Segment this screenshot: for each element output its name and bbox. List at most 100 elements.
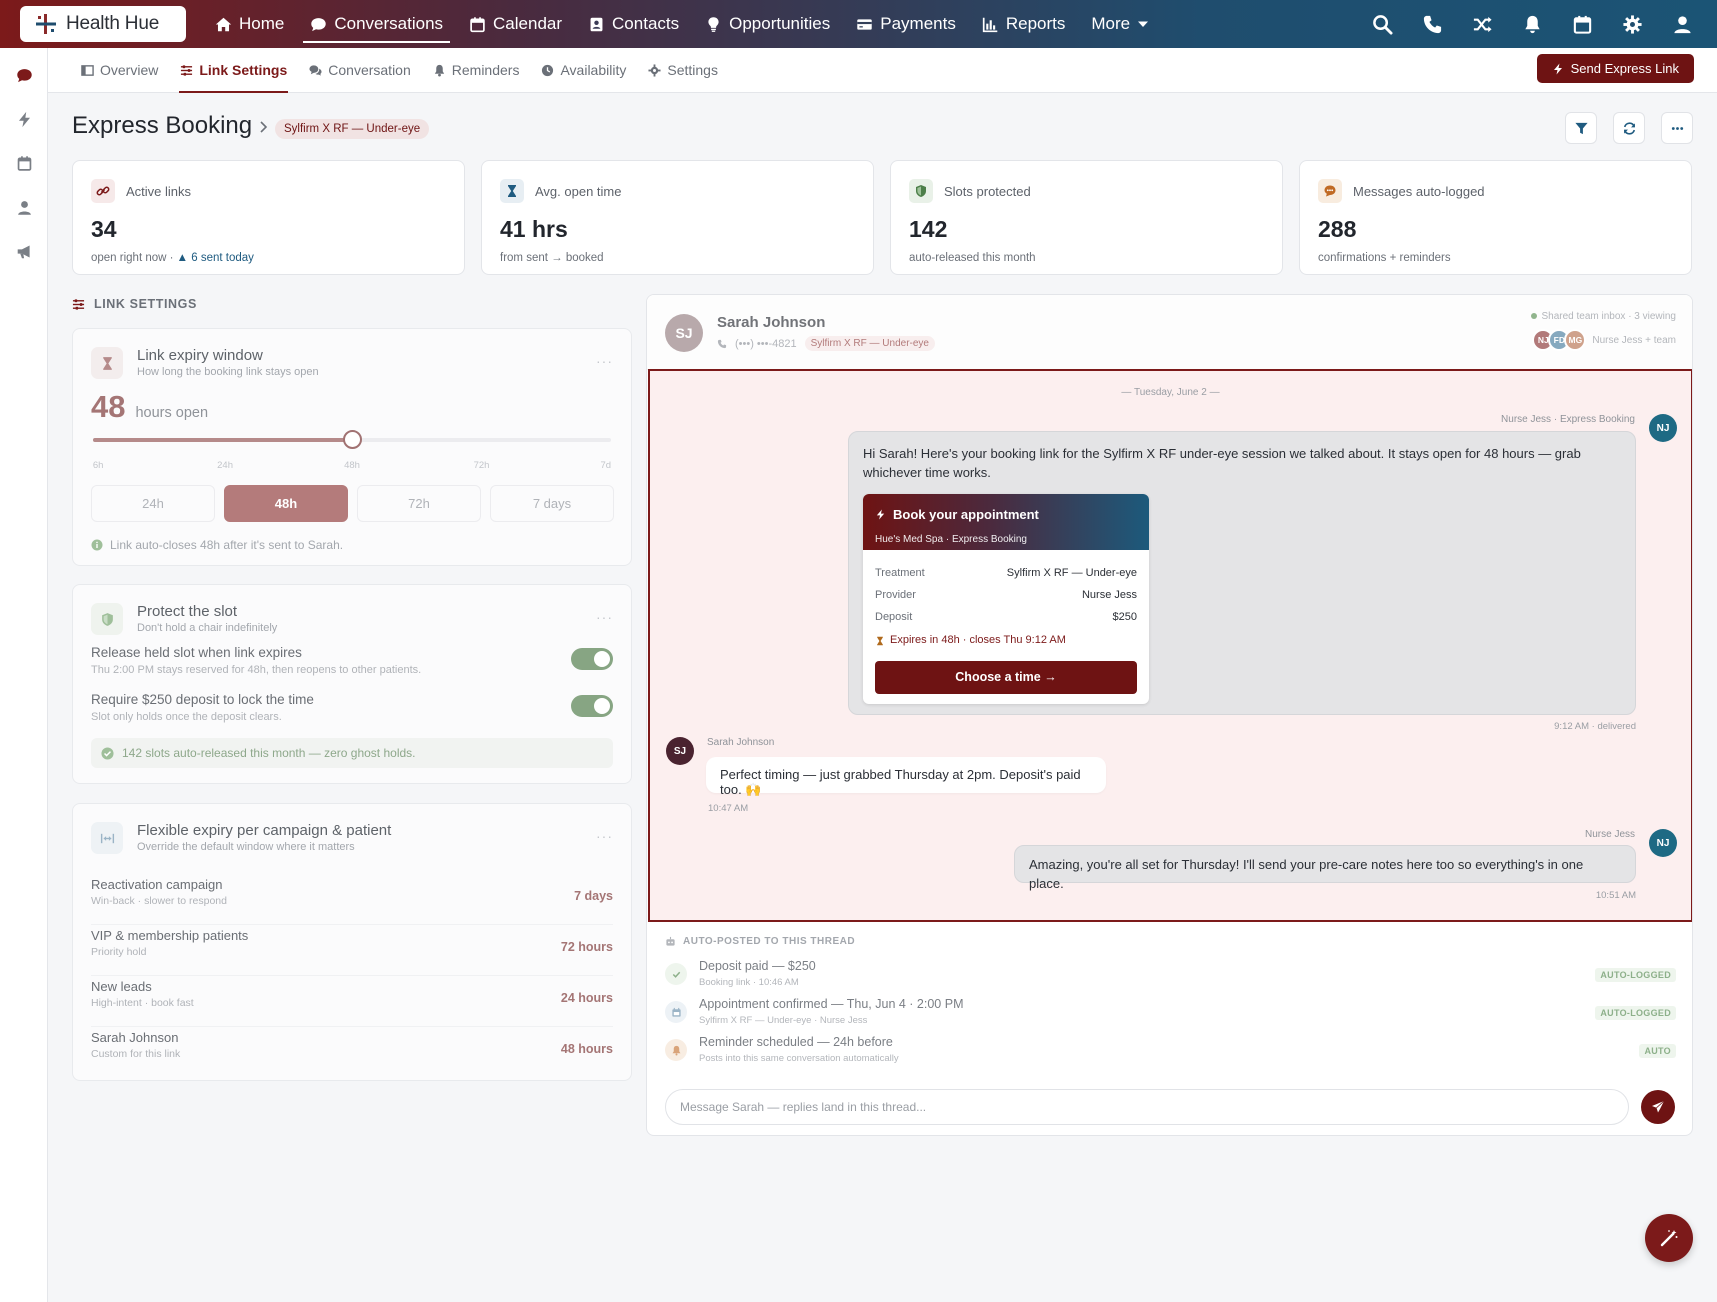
rail-express[interactable]: [0, 97, 48, 141]
card-more-icon[interactable]: ···: [596, 609, 613, 625]
link-icon: [91, 179, 115, 203]
conversation-header: SJ Sarah Johnson (•••) •••-4821 Sylfirm …: [647, 295, 1692, 370]
rule-subtitle: Priority hold: [91, 946, 147, 958]
page-title: Express Booking: [72, 112, 253, 139]
nav-home[interactable]: Home: [202, 0, 297, 48]
message-timestamp: 9:12 AM · delivered: [1554, 721, 1636, 732]
rule-row[interactable]: New leads High-intent · book fast 24 hou…: [91, 979, 613, 1027]
option-24h[interactable]: 24h: [91, 485, 215, 522]
tab-settings[interactable]: Settings: [637, 48, 729, 93]
logo[interactable]: Health Hue: [20, 6, 186, 42]
rule-row[interactable]: Reactivation campaign Win-back · slower …: [91, 877, 613, 925]
expiry-number: 48: [91, 389, 126, 424]
send-message-button[interactable]: [1641, 1090, 1675, 1124]
tab-reminders[interactable]: Reminders: [422, 48, 531, 93]
tab-availability[interactable]: Availability: [530, 48, 637, 93]
tab-availability-label: Availability: [560, 62, 627, 78]
calendar-button[interactable]: [1557, 0, 1607, 48]
settings-button[interactable]: [1607, 0, 1657, 48]
card-subtitle: How long the booking link stays open: [137, 366, 319, 378]
team-avatar[interactable]: MG: [1564, 329, 1587, 351]
option-72h[interactable]: 72h: [357, 485, 481, 522]
nav-payments[interactable]: Payments: [843, 0, 969, 48]
rail-campaigns[interactable]: [0, 229, 48, 273]
card-more-icon[interactable]: ···: [596, 828, 613, 844]
message-composer[interactable]: Message Sarah — replies land in this thr…: [665, 1089, 1629, 1125]
booking-expiry: Expires in 48h · closes Thu 9:12 AM: [875, 631, 1137, 650]
stat-label: Messages auto-logged: [1353, 183, 1485, 199]
message-sender: Nurse Jess · Express Booking: [1501, 414, 1635, 425]
rail-conversations[interactable]: [0, 53, 48, 97]
card-title: Flexible expiry per campaign & patient: [137, 822, 392, 839]
top-nav: Health Hue Home Conversations Calendar C…: [0, 0, 1717, 48]
release-slot-toggle[interactable]: [571, 648, 613, 670]
choose-time-button[interactable]: Choose a time →: [875, 661, 1137, 694]
expiry-slider[interactable]: [93, 430, 611, 449]
rail-calendar[interactable]: [0, 141, 48, 185]
caret-down-icon: [1138, 21, 1149, 27]
rule-row[interactable]: VIP & membership patients Priority hold …: [91, 928, 613, 976]
option-48h[interactable]: 48h: [224, 485, 348, 522]
booking-expiry-text: Expires in 48h · closes Thu 9:12 AM: [890, 634, 1066, 646]
message-timestamp: 10:51 AM: [1595, 890, 1636, 901]
nav-more[interactable]: More: [1078, 0, 1162, 48]
chat-icon: [311, 17, 327, 31]
shuffle-button[interactable]: [1457, 0, 1507, 48]
chat-icon: [309, 64, 322, 76]
require-deposit-toggle[interactable]: [571, 695, 613, 717]
bolt-icon: [1553, 63, 1562, 74]
more-actions-button[interactable]: [1661, 112, 1693, 144]
card-more-icon[interactable]: ···: [596, 353, 613, 369]
phone-button[interactable]: [1407, 0, 1457, 48]
section-label-text: LINK SETTINGS: [94, 297, 197, 311]
presence-text: Shared team inbox · 3 viewing: [1541, 311, 1676, 322]
calendar-icon: [470, 16, 485, 32]
slots-released-banner: 142 slots auto-released this month — zer…: [91, 738, 613, 768]
profile-button[interactable]: [1657, 0, 1707, 48]
home-icon: [215, 17, 232, 31]
tab-link-settings[interactable]: Link Settings: [169, 48, 298, 93]
team-avatars: NJ FD MG Nurse Jess + team: [1532, 329, 1676, 351]
magic-wand-icon: [1660, 1230, 1678, 1247]
toggle-subtitle: Thu 2:00 PM stays reserved for 48h, then…: [91, 664, 422, 676]
tab-conversation[interactable]: Conversation: [298, 48, 422, 93]
nav-calendar[interactable]: Calendar: [456, 0, 575, 48]
option-7-days[interactable]: 7 days: [490, 485, 614, 522]
outgoing-message: Amazing, you're all set for Thursday! I'…: [1014, 845, 1636, 891]
contact-avatar[interactable]: SJ: [665, 314, 703, 352]
booking-card-title: Book your appointment: [893, 507, 1039, 522]
contact-phone: (•••) •••-4821: [735, 337, 797, 350]
notifications-button[interactable]: [1507, 0, 1557, 48]
nav-contacts[interactable]: Contacts: [575, 0, 692, 48]
magic-wand-button[interactable]: [1645, 1214, 1693, 1262]
tab-conversation-label: Conversation: [328, 62, 411, 78]
hourglass-icon: [91, 347, 123, 379]
contact-name[interactable]: Sarah Johnson: [717, 314, 825, 331]
stat-active-links: Active links 34 open right now · ▲ 6 sen…: [72, 160, 465, 275]
search-button[interactable]: [1357, 0, 1407, 48]
tab-overview[interactable]: Overview: [70, 48, 169, 93]
credit-card-icon: [857, 18, 872, 30]
treatment-chip[interactable]: Sylfirm X RF — Under-eye: [275, 119, 430, 139]
calendar-icon: [1573, 15, 1591, 34]
sender-avatar: NJ: [1649, 414, 1677, 442]
nav-opportunities[interactable]: Opportunities: [692, 0, 843, 48]
slider-thumb[interactable]: [343, 430, 362, 449]
send-express-link-button[interactable]: Send Express Link: [1536, 54, 1694, 83]
nav-more-label: More: [1091, 14, 1131, 33]
rule-subtitle: High-intent · book fast: [91, 997, 194, 1009]
rail-contacts[interactable]: [0, 185, 48, 229]
nav-conversations[interactable]: Conversations: [297, 0, 456, 48]
refresh-button[interactable]: [1613, 112, 1645, 144]
hourglass-icon: [500, 179, 524, 203]
shield-icon: [91, 603, 123, 635]
expiry-value: 48 hours open: [91, 389, 208, 425]
filter-button[interactable]: [1565, 112, 1597, 144]
shuffle-icon: [1473, 16, 1492, 32]
rule-row[interactable]: Sarah Johnson Custom for this link 48 ho…: [91, 1030, 613, 1078]
shield-icon: [909, 179, 933, 203]
paper-plane-icon: [1652, 1100, 1665, 1113]
stat-messages-logged: Messages auto-logged 288 confirmations +…: [1299, 160, 1692, 275]
nav-conversations-label: Conversations: [334, 14, 444, 33]
nav-reports[interactable]: Reports: [969, 0, 1079, 48]
